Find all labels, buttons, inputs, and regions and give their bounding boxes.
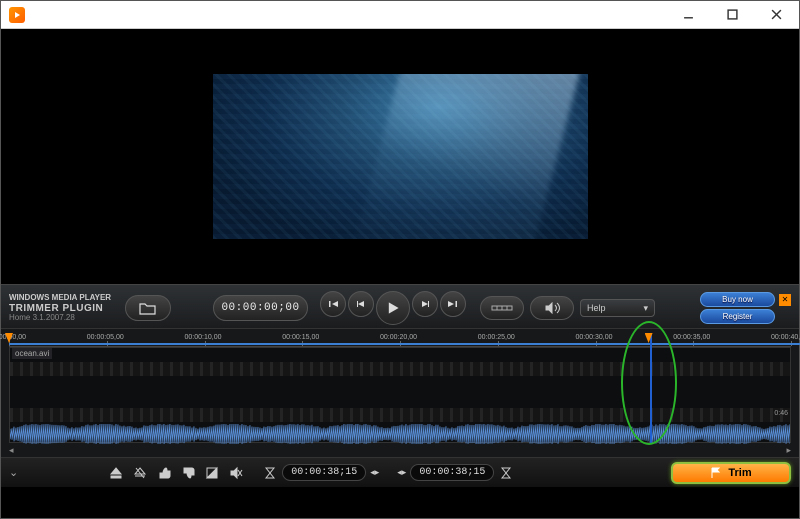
ruler-tick-label: 00:00:25,00	[478, 334, 515, 341]
eject-icon[interactable]	[108, 465, 124, 481]
zoom-slider-button[interactable]	[480, 296, 524, 320]
transport-panel: WINDOWS MEDIA PLAYER TRIMMER PLUGIN Home…	[1, 284, 799, 328]
trim-button-label: Trim	[728, 467, 751, 479]
ruler-tick-label: 00:00:05,00	[87, 334, 124, 341]
ruler-tick-label: 00:00:00,00	[0, 334, 26, 341]
help-dropdown[interactable]: Help ▾	[580, 299, 655, 317]
film-strip-top	[10, 362, 790, 376]
ruler-tick-label: 00:00:10,00	[185, 334, 222, 341]
frame-back-button[interactable]	[348, 291, 374, 317]
in-point-time: 00:00:38;15	[282, 464, 366, 481]
window-titlebar	[1, 1, 799, 29]
timeline-playhead[interactable]	[650, 334, 652, 444]
bottom-toolbar: ⌄ 00:00:38;15 ◂▸ ◂▸ 00:00:38;15 Trim	[1, 457, 799, 487]
timecode-display: 00:00:00;00	[213, 295, 308, 321]
nudge-right-buttons[interactable]: ◂▸	[397, 467, 406, 478]
timeline-area: 00:00:00,00 00:00:05,00 00:00:10,00 00:00:1…	[1, 328, 799, 445]
minimize-button[interactable]	[673, 5, 703, 25]
plugin-title: WINDOWS MEDIA PLAYER TRIMMER PLUGIN Home…	[9, 294, 119, 323]
nudge-left-buttons[interactable]: ◂▸	[370, 467, 379, 478]
skip-back-button[interactable]	[320, 291, 346, 317]
clip-duration-label: 0:46	[774, 410, 788, 417]
range-bar	[9, 343, 800, 345]
register-button[interactable]: Register	[700, 309, 775, 324]
delete-icon[interactable]	[132, 465, 148, 481]
volume-button[interactable]	[530, 296, 574, 320]
video-frame	[213, 74, 588, 239]
hourglass-right-icon	[498, 465, 514, 481]
hourglass-left-icon	[262, 465, 278, 481]
buy-now-button[interactable]: Buy now	[700, 292, 775, 307]
contrast-icon[interactable]	[204, 465, 220, 481]
open-file-button[interactable]	[125, 295, 171, 321]
app-icon	[9, 7, 25, 23]
frame-forward-button[interactable]	[412, 291, 438, 317]
help-label: Help	[587, 303, 606, 313]
out-point-time: 00:00:38;15	[410, 464, 494, 481]
flag-icon	[710, 467, 722, 479]
title-line2: TRIMMER PLUGIN	[9, 303, 119, 314]
chevron-down-icon: ▾	[643, 303, 648, 314]
play-button[interactable]	[376, 291, 410, 325]
expand-toggle[interactable]: ⌄	[9, 466, 18, 479]
timeline-scrollbar: ◂ ▸	[1, 445, 799, 457]
ruler-tick-label: 00:00:30,00	[576, 334, 613, 341]
video-preview-area	[1, 29, 799, 284]
trim-button[interactable]: Trim	[671, 462, 791, 484]
thumb-up-icon[interactable]	[156, 465, 172, 481]
scroll-left-button[interactable]: ◂	[9, 445, 14, 457]
ruler-tick-label: 00:00:20,00	[380, 334, 417, 341]
audio-waveform	[10, 424, 790, 444]
mute-icon[interactable]	[228, 465, 244, 481]
ruler-tick-label: 00:00:40,00	[771, 334, 800, 341]
title-line1: WINDOWS MEDIA PLAYER	[9, 294, 119, 303]
version-label: Home 3.1.2007.28	[9, 314, 119, 323]
app-window: WINDOWS MEDIA PLAYER TRIMMER PLUGIN Home…	[0, 0, 800, 519]
clip-name-label: ocean.avi	[12, 348, 52, 359]
video-content	[351, 74, 585, 239]
close-button[interactable]	[761, 5, 791, 25]
film-strip-bottom	[10, 408, 790, 422]
ruler-tick-label: 00:00:35,00	[673, 334, 710, 341]
skip-forward-button[interactable]	[440, 291, 466, 317]
panel-close-button[interactable]: ✕	[779, 294, 791, 306]
track-area[interactable]: ocean.avi 0:46	[9, 347, 791, 443]
thumb-down-icon[interactable]	[180, 465, 196, 481]
maximize-button[interactable]	[717, 5, 747, 25]
scroll-right-button[interactable]: ▸	[786, 445, 791, 457]
ruler-tick-label: 00:00:15,00	[282, 334, 319, 341]
